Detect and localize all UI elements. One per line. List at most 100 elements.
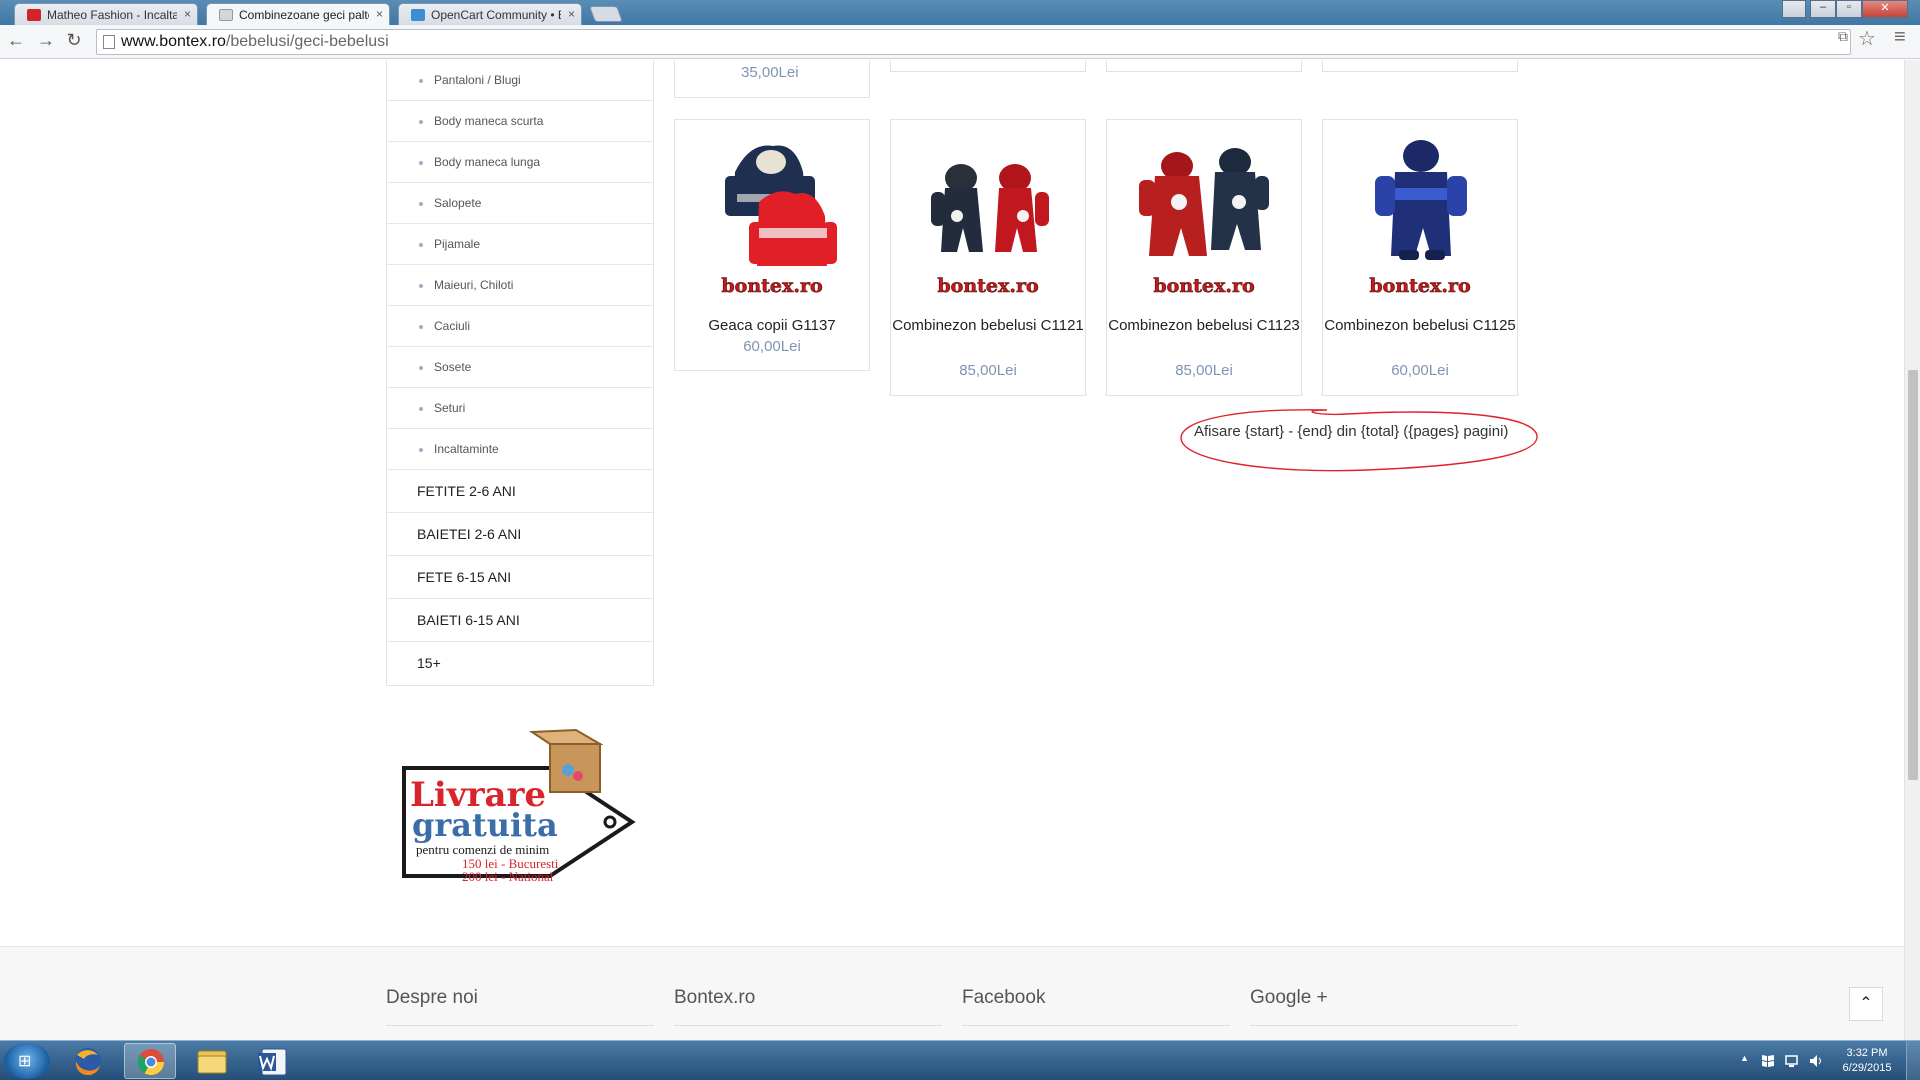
back-arrow-icon[interactable]: ← [4,30,28,51]
category-sidebar: Pantaloni / Blugi Body maneca scurta Bod… [386,60,654,686]
page-scrollbar[interactable] [1904,60,1920,1040]
sidebar-subitem[interactable]: Body maneca scurta [387,101,653,142]
tab-opencart[interactable]: OpenCart Community • Et × [398,3,582,25]
tray-expand-icon[interactable]: ▲ [1740,1053,1749,1063]
close-tab-icon[interactable]: × [376,7,383,21]
brand-watermark: bontex.ro [937,275,1038,297]
taskbar-firefox[interactable] [62,1043,114,1079]
windows-logo-icon: ⊞ [18,1053,32,1070]
sidebar-subitem[interactable]: Incaltaminte [387,429,653,470]
taskbar-chrome[interactable] [124,1043,176,1079]
bookmark-star-icon[interactable]: ☆ [1858,26,1876,51]
product-card[interactable]: bontex.ro Combinezon bebelusi C1125 60,0… [1322,119,1518,396]
free-delivery-banner[interactable]: Livrare gratuita pentru comenzi de minim… [400,726,640,896]
chrome-icon [137,1049,165,1076]
translate-icon[interactable]: ⧉ [1838,28,1848,45]
start-button[interactable]: ⊞ [4,1043,50,1079]
footer-col-despre-noi[interactable]: Despre noi [386,987,656,1026]
footer-heading: Despre noi [386,987,478,1008]
close-window-button[interactable]: ✕ [1862,0,1908,18]
snowsuit-blue [1375,140,1467,260]
show-desktop-button[interactable] [1906,1041,1920,1080]
action-center-flag-icon[interactable] [1760,1053,1776,1069]
volume-icon[interactable] [1808,1053,1824,1069]
snowsuit-red [995,164,1049,252]
product-image[interactable]: bontex.ro [695,132,850,302]
product-card-partial[interactable] [1322,60,1518,72]
url-host: www.bontex.ro [121,33,226,50]
product-name[interactable]: Combinezon bebelusi C1123 [1107,314,1301,338]
sidebar-subitem[interactable]: Pantaloni / Blugi [387,60,653,101]
minimize-button[interactable]: – [1810,0,1836,18]
snowsuit-navy [1211,148,1269,250]
sidebar-subitem[interactable]: Sosete [387,347,653,388]
pagination-summary: Afisare {start} - {end} din {total} ({pa… [1177,406,1541,476]
product-card-partial[interactable] [890,60,1086,72]
menu-icon[interactable]: ≡ [1894,26,1906,49]
sidebar-item-baietei[interactable]: BAIETEI 2-6 ANI [387,513,653,556]
site-favicon-icon [411,9,425,21]
promo-line2: gratuita [412,806,558,844]
sidebar-subitem[interactable]: Seturi [387,388,653,429]
forward-arrow-icon[interactable]: → [34,30,58,51]
windows-taskbar: ⊞ ▲ 3:32 PM 6/29/2015 [0,1040,1920,1080]
sidebar-item-15plus[interactable]: 15+ [387,642,653,685]
site-favicon-icon [27,9,41,21]
sidebar-item-fete[interactable]: FETE 6-15 ANI [387,556,653,599]
footer-col-google-plus[interactable]: Google + [1250,987,1520,1026]
product-card-partial[interactable] [1106,60,1302,72]
network-icon[interactable] [1784,1053,1800,1069]
tab-label: OpenCart Community • Et [431,8,561,22]
sidebar-item-baieti[interactable]: BAIETI 6-15 ANI [387,599,653,642]
snowsuit-red [1139,152,1207,256]
product-price: 60,00Lei [743,338,801,355]
footer-col-facebook[interactable]: Facebook [962,987,1232,1026]
folder-icon [197,1050,227,1074]
new-tab-button[interactable] [589,6,623,22]
back-to-top-button[interactable]: ⌃ [1849,987,1883,1021]
product-card[interactable]: bontex.ro Geaca copii G1137 60,00Lei [674,119,870,371]
product-name[interactable]: Combinezon bebelusi C1125 [1323,314,1517,338]
close-tab-icon[interactable]: × [184,7,191,21]
user-profile-button[interactable] [1782,0,1806,18]
product-name[interactable]: Geaca copii G1137 [675,314,869,338]
product-card[interactable]: bontex.ro Combinezon bebelusi C1121 85,0… [890,119,1086,396]
taskbar-explorer[interactable] [186,1043,238,1079]
reload-icon[interactable]: ↻ [62,30,86,51]
tab-matheo-fashion[interactable]: Matheo Fashion - Incaltam × [14,3,198,25]
sidebar-subitem[interactable]: Pijamale [387,224,653,265]
sidebar-subitem[interactable]: Salopete [387,183,653,224]
scrollbar-thumb[interactable] [1908,370,1918,780]
product-image[interactable]: bontex.ro [911,132,1066,302]
product-price: 85,00Lei [959,362,1017,379]
product-price-partial: 35,00Lei [741,64,799,81]
sidebar-subitem[interactable]: Caciuli [387,306,653,347]
address-bar[interactable]: www.bontex.ro/bebelusi/geci-bebelusi [96,29,1851,55]
footer-heading: Bontex.ro [674,987,756,1008]
maximize-button[interactable]: ▫ [1836,0,1862,18]
url-path: /bebelusi/geci-bebelusi [225,33,389,50]
close-tab-icon[interactable]: × [568,7,575,21]
product-image[interactable]: bontex.ro [1127,132,1282,302]
word-icon [258,1048,287,1076]
sidebar-item-fetite[interactable]: FETITE 2-6 ANI [387,470,653,513]
footer-divider [962,1025,1230,1026]
tab-label: Combinezoane geci palton [239,8,369,22]
browser-toolbar: ← → ↻ www.bontex.ro/bebelusi/geci-bebelu… [0,25,1920,59]
tab-combinezoane[interactable]: Combinezoane geci palton × [206,3,390,25]
product-price: 85,00Lei [1175,362,1233,379]
clock-date: 6/29/2015 [1842,1062,1892,1074]
footer-col-bontex[interactable]: Bontex.ro [674,987,944,1026]
product-image[interactable]: bontex.ro [1343,132,1498,302]
product-card[interactable]: bontex.ro Combinezon bebelusi C1123 85,0… [1106,119,1302,396]
sidebar-subitem[interactable]: Body maneca lunga [387,142,653,183]
brand-watermark: bontex.ro [721,275,822,297]
taskbar-word[interactable] [248,1043,300,1079]
footer-heading: Google + [1250,987,1328,1008]
sidebar-subitem[interactable]: Maieuri, Chiloti [387,265,653,306]
system-clock[interactable]: 3:32 PM 6/29/2015 [1832,1046,1902,1076]
page-icon [103,35,115,49]
footer-divider [1250,1025,1518,1026]
product-name[interactable]: Combinezon bebelusi C1121 [891,314,1085,338]
brand-watermark: bontex.ro [1369,275,1470,297]
